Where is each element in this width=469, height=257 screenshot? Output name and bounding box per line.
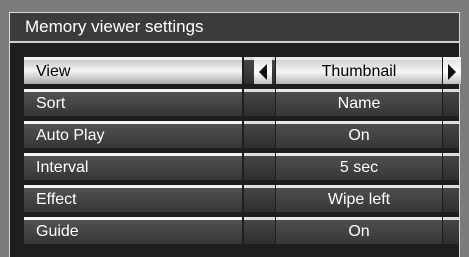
setting-row-auto-play[interactable]: Auto Play On bbox=[24, 121, 459, 148]
row-separator bbox=[443, 185, 459, 212]
setting-label: Sort bbox=[24, 89, 242, 116]
row-separator bbox=[244, 89, 275, 116]
row-separator bbox=[244, 153, 275, 180]
row-separator bbox=[244, 121, 275, 148]
setting-row-view[interactable]: View Thumbnail bbox=[24, 57, 461, 84]
setting-label: Guide bbox=[24, 217, 242, 244]
setting-value[interactable]: On bbox=[276, 217, 442, 244]
setting-label: View bbox=[24, 57, 242, 84]
setting-row-guide[interactable]: Guide On bbox=[24, 217, 459, 244]
right-arrow-icon[interactable] bbox=[443, 57, 461, 84]
setting-row-interval[interactable]: Interval 5 sec bbox=[24, 153, 459, 180]
setting-value[interactable]: Wipe left bbox=[276, 185, 442, 212]
row-separator bbox=[443, 153, 459, 180]
setting-row-effect[interactable]: Effect Wipe left bbox=[24, 185, 459, 212]
row-separator bbox=[244, 217, 275, 244]
setting-label: Auto Play bbox=[24, 121, 242, 148]
setting-value[interactable]: On bbox=[276, 121, 442, 148]
settings-panel: Memory viewer settings View Thumbnail So… bbox=[9, 12, 461, 257]
setting-value[interactable]: Name bbox=[276, 89, 442, 116]
setting-value[interactable]: 5 sec bbox=[276, 153, 442, 180]
row-separator bbox=[443, 89, 459, 116]
row-separator bbox=[244, 185, 275, 212]
setting-row-sort[interactable]: Sort Name bbox=[24, 89, 459, 116]
setting-label: Interval bbox=[24, 153, 242, 180]
row-separator bbox=[443, 217, 459, 244]
setting-label: Effect bbox=[24, 185, 242, 212]
row-separator bbox=[443, 121, 459, 148]
left-arrow-icon[interactable] bbox=[254, 57, 272, 84]
menu-title: Memory viewer settings bbox=[10, 13, 459, 43]
setting-value[interactable]: Thumbnail bbox=[276, 57, 442, 84]
